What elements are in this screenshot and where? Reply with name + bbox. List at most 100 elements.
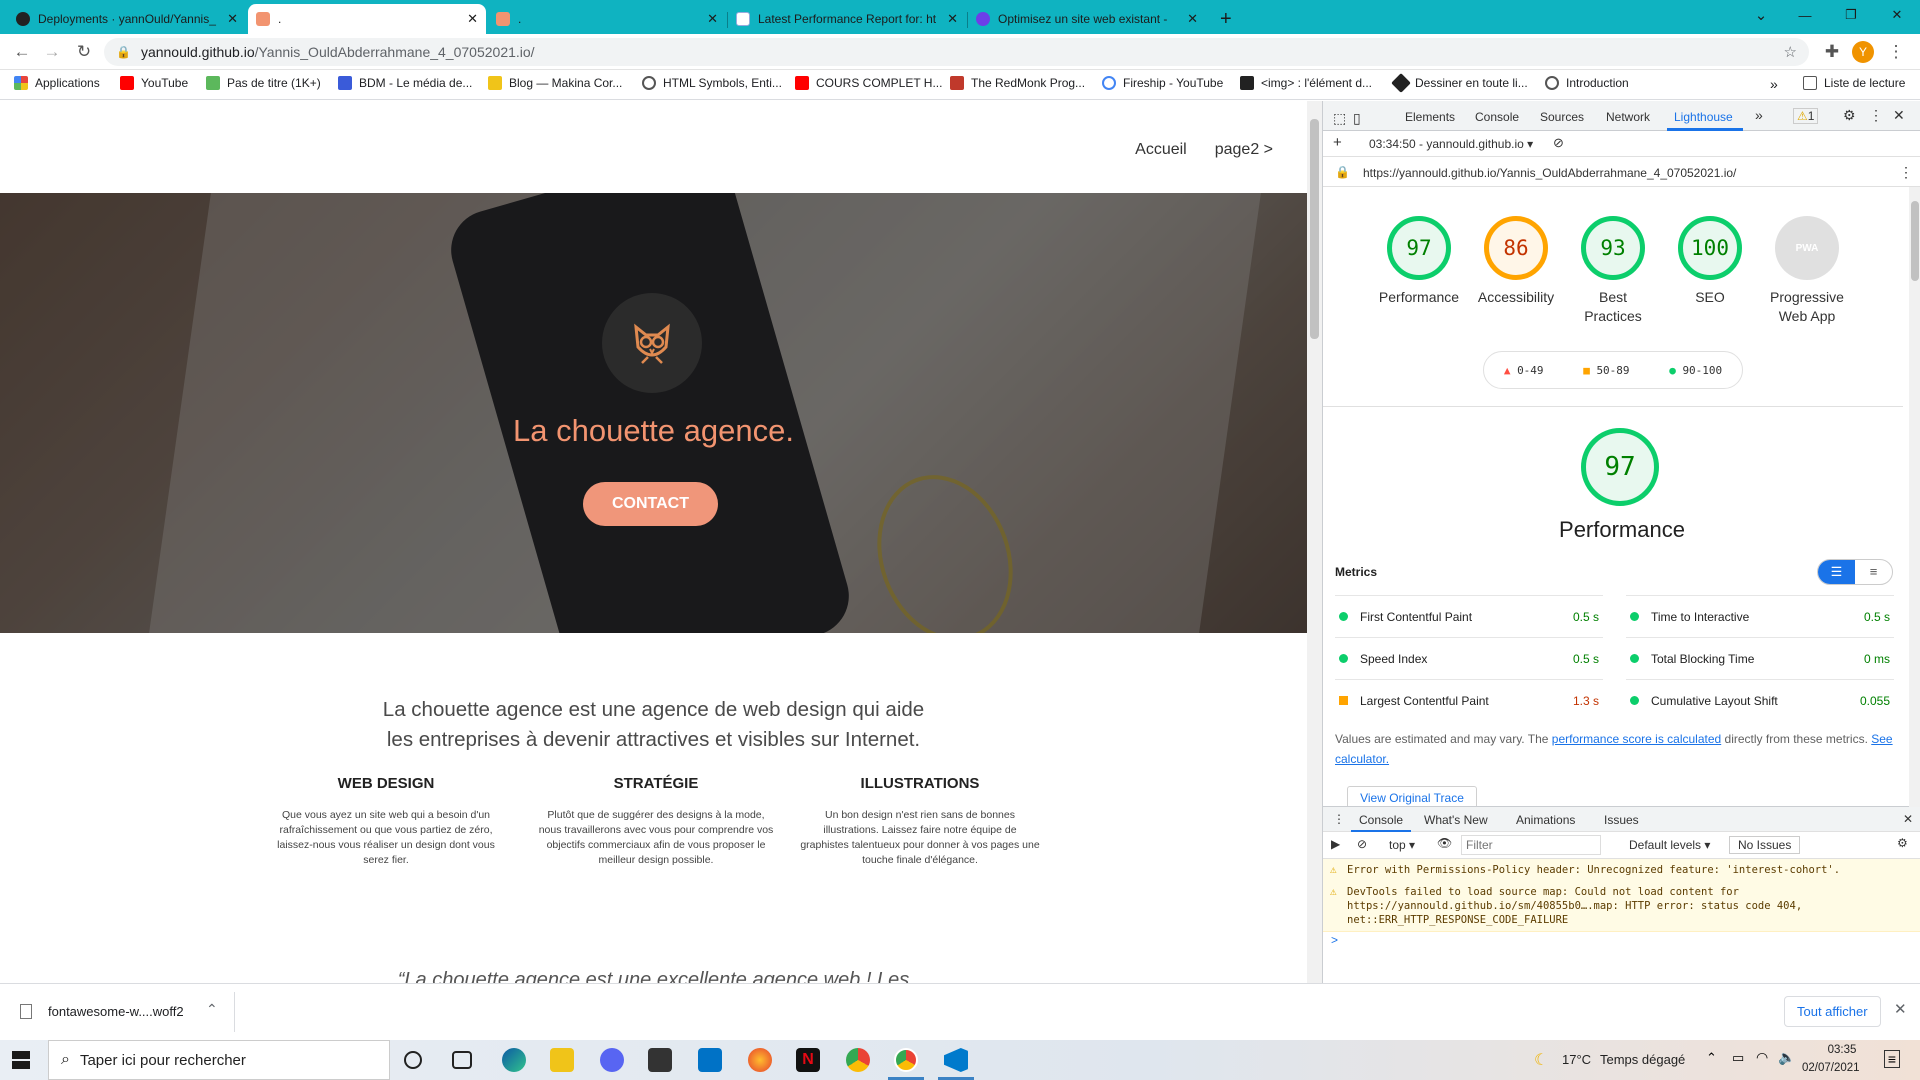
taskbar-search[interactable]: ⌕ Taper ici pour rechercher [48, 1040, 390, 1080]
tab-console[interactable]: Console [1475, 110, 1519, 124]
chrome-canary-icon[interactable] [894, 1048, 918, 1072]
tab-search-icon[interactable]: ⌄ [1738, 0, 1784, 30]
score-calc-link[interactable]: performance score is calculated [1552, 732, 1721, 746]
back-icon[interactable]: ← [10, 40, 34, 64]
task-view-icon[interactable] [452, 1051, 472, 1069]
close-tab-icon[interactable]: ✕ [947, 11, 958, 27]
close-window-button[interactable]: ✕ [1874, 0, 1920, 30]
live-expression-eye-icon[interactable]: 👁 [1437, 836, 1452, 850]
bookmark-item[interactable]: Dessiner en toute li... [1391, 73, 1528, 93]
nav-link-page2[interactable]: page2 > [1215, 141, 1273, 159]
windows-start-icon[interactable] [12, 1051, 30, 1069]
reload-icon[interactable]: ↻ [72, 40, 96, 64]
browser-tab[interactable]: Optimisez un site web existant - ✕ [968, 4, 1206, 34]
close-tab-icon[interactable]: ✕ [467, 11, 478, 27]
browser-tab[interactable]: Deployments · yannOuld/Yannis_ ✕ [8, 4, 246, 34]
report-selector[interactable]: 03:34:50 - yannould.github.io ▾ [1369, 137, 1533, 151]
clock-time[interactable]: 03:35 [1812, 1044, 1872, 1056]
device-toolbar-icon[interactable]: ▯ [1353, 110, 1361, 127]
tray-chevron-icon[interactable]: ⌃ [1706, 1050, 1717, 1066]
reading-list-button[interactable]: Liste de lecture [1803, 76, 1905, 90]
clear-console-icon[interactable]: ⊘ [1357, 837, 1367, 851]
console-settings-icon[interactable]: ⚙ [1897, 836, 1908, 850]
tray-app-icon[interactable]: ▭ [1732, 1050, 1744, 1066]
clear-icon[interactable]: ⊘ [1553, 135, 1564, 151]
add-report-icon[interactable]: + [1333, 134, 1342, 151]
drawer-tab-console[interactable]: Console [1359, 813, 1403, 827]
browser-tab[interactable]: Latest Performance Report for: ht ✕ [728, 4, 966, 34]
bookmark-item[interactable]: Introduction [1545, 76, 1629, 90]
report-url[interactable]: https://yannould.github.io/Yannis_OuldAb… [1363, 166, 1736, 180]
bookmark-item[interactable]: Blog — Makina Cor... [488, 76, 622, 90]
nav-link-accueil[interactable]: Accueil [1135, 141, 1187, 159]
context-selector[interactable]: top ▾ [1389, 838, 1415, 852]
warnings-badge[interactable]: ⚠1 [1793, 108, 1819, 124]
devtools-menu-icon[interactable]: ⋮ [1869, 107, 1883, 124]
wifi-icon[interactable]: ◠ [1756, 1049, 1768, 1066]
tab-sources[interactable]: Sources [1540, 110, 1584, 124]
discord-icon[interactable] [600, 1048, 624, 1072]
sidebar-toggle-icon[interactable]: ▶ [1331, 837, 1340, 851]
chrome-icon[interactable] [846, 1048, 870, 1072]
log-levels-dropdown[interactable]: Default levels ▾ [1629, 838, 1710, 852]
browser-tab[interactable]: . ✕ [488, 4, 726, 34]
maximize-button[interactable]: ❐ [1828, 0, 1874, 30]
close-tab-icon[interactable]: ✕ [227, 11, 238, 27]
bookmark-item[interactable]: Fireship - YouTube [1102, 76, 1223, 90]
score-gauge-pwa[interactable]: PWA Progressive Web App [1757, 216, 1857, 326]
drawer-tab-animations[interactable]: Animations [1516, 813, 1575, 827]
bookmark-item[interactable]: <img> : l'élément d... [1240, 76, 1372, 90]
netflix-icon[interactable]: N [796, 1048, 820, 1072]
tab-elements[interactable]: Elements [1405, 110, 1455, 124]
close-tab-icon[interactable]: ✕ [1187, 11, 1198, 27]
close-download-bar-icon[interactable]: ✕ [1894, 1000, 1907, 1018]
score-gauge-best-practices[interactable]: 93 Best Practices [1563, 216, 1663, 326]
report-menu-icon[interactable]: ⋮ [1899, 164, 1913, 181]
bookmark-item[interactable]: YouTube [120, 76, 188, 90]
forward-icon[interactable]: → [40, 40, 64, 64]
edge-icon[interactable] [502, 1048, 526, 1072]
close-devtools-icon[interactable]: ✕ [1893, 107, 1905, 124]
tab-network[interactable]: Network [1606, 110, 1650, 124]
bookmark-item[interactable]: BDM - Le média de... [338, 76, 472, 90]
profile-avatar[interactable]: Y [1852, 41, 1874, 63]
bookmark-star-icon[interactable]: ☆ [1784, 43, 1797, 61]
devtools-scrollbar[interactable] [1909, 187, 1920, 807]
tab-lighthouse[interactable]: Lighthouse [1674, 110, 1733, 124]
clock-date[interactable]: 02/07/2021 [1802, 1062, 1860, 1074]
bookmark-item[interactable]: COURS COMPLET H... [795, 76, 942, 90]
inspect-icon[interactable]: ⬚ [1333, 110, 1346, 127]
score-gauge-performance[interactable]: 97 Performance [1369, 216, 1469, 307]
compact-view-icon[interactable]: ☰ [1818, 560, 1855, 584]
close-drawer-icon[interactable]: ✕ [1903, 812, 1913, 826]
browser-tab-active[interactable]: . ✕ [248, 4, 486, 34]
bookmark-item[interactable]: The RedMonk Prog... [950, 76, 1085, 90]
close-tab-icon[interactable]: ✕ [707, 11, 718, 27]
contact-button[interactable]: CONTACT [583, 482, 718, 526]
firefox-icon[interactable] [748, 1048, 772, 1072]
settings-gear-icon[interactable]: ⚙ [1843, 107, 1856, 124]
drawer-tab-issues[interactable]: Issues [1604, 813, 1639, 827]
download-item[interactable]: fontawesome-w....woff2 [48, 1004, 184, 1019]
metrics-view-toggle[interactable]: ☰ ≡ [1817, 559, 1893, 585]
more-bookmarks-icon[interactable]: » [1770, 76, 1778, 92]
address-bar[interactable]: 🔒 yannould.github.io/Yannis_OuldAbderrah… [104, 38, 1809, 66]
bookmark-item[interactable]: Pas de titre (1K+) [206, 76, 321, 90]
expanded-view-icon[interactable]: ≡ [1855, 560, 1892, 584]
extensions-icon[interactable]: ✚ [1820, 40, 1844, 64]
weather-text[interactable]: Temps dégagé [1600, 1052, 1685, 1067]
file-explorer-icon[interactable] [550, 1048, 574, 1072]
issues-button[interactable]: No Issues [1729, 836, 1801, 854]
score-gauge-accessibility[interactable]: 86 Accessibility [1466, 216, 1566, 307]
weather-temp[interactable]: 17°C [1562, 1052, 1591, 1067]
chevron-up-icon[interactable]: ⌃ [206, 1001, 218, 1018]
console-prompt[interactable]: > [1331, 933, 1338, 947]
score-gauge-seo[interactable]: 100 SEO [1660, 216, 1760, 307]
drawer-tab-whats-new[interactable]: What's New [1424, 813, 1488, 827]
bookmark-item[interactable]: HTML Symbols, Enti... [642, 76, 782, 90]
show-all-downloads-button[interactable]: Tout afficher [1784, 996, 1881, 1027]
notifications-icon[interactable]: ≡ [1884, 1050, 1900, 1068]
mail-icon[interactable] [698, 1048, 722, 1072]
console-filter-input[interactable] [1461, 835, 1601, 855]
vscode-icon[interactable] [944, 1048, 968, 1072]
